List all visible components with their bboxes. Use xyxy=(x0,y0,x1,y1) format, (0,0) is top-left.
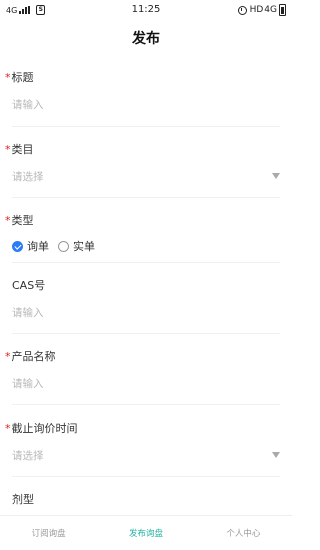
dosage-label: 剂型 xyxy=(12,493,34,506)
required-star: * xyxy=(5,350,11,363)
category-label: *类目 xyxy=(5,143,34,156)
dropdown-arrow-icon[interactable] xyxy=(272,452,280,458)
required-star: * xyxy=(5,71,11,84)
divider xyxy=(12,262,280,263)
radio-inquiry[interactable]: 询单 xyxy=(12,238,49,254)
alarm-icon xyxy=(237,5,247,15)
bottom-tab-bar: 订阅询盘 发布询盘 个人中心 xyxy=(0,515,292,550)
network-type-right: 4G xyxy=(264,5,277,15)
divider xyxy=(12,476,280,477)
product-name-input[interactable]: 请输入 xyxy=(12,376,252,391)
status-bar: 4G S 11:25 HD 4G xyxy=(0,0,292,22)
divider xyxy=(12,126,280,127)
cas-label: CAS号 xyxy=(12,279,46,292)
radio-real-order-label: 实单 xyxy=(73,240,95,253)
battery-icon xyxy=(279,4,286,16)
radio-real-order[interactable]: 实单 xyxy=(58,238,95,254)
required-star: * xyxy=(5,143,11,156)
divider xyxy=(12,404,280,405)
tab-profile[interactable]: 个人中心 xyxy=(195,516,292,550)
deadline-select[interactable]: 请选择 xyxy=(12,448,252,463)
type-label: *类型 xyxy=(5,214,34,227)
title-input[interactable]: 请输入 xyxy=(12,97,252,112)
dropdown-arrow-icon[interactable] xyxy=(272,173,280,179)
tab-subscribe-inquiry[interactable]: 订阅询盘 xyxy=(0,516,97,550)
deadline-label: *截止询价时间 xyxy=(5,422,78,435)
product-name-label: *产品名称 xyxy=(5,350,56,363)
hd-indicator: HD xyxy=(249,5,264,15)
radio-checked-icon xyxy=(12,240,23,252)
divider xyxy=(12,333,280,334)
cas-input[interactable]: 请输入 xyxy=(12,305,252,320)
page-title: 发布 xyxy=(132,31,160,47)
category-select[interactable]: 请选择 xyxy=(12,169,252,184)
status-right: HD 4G xyxy=(237,4,286,16)
radio-inquiry-label: 询单 xyxy=(27,240,49,253)
tab-publish-inquiry[interactable]: 发布询盘 xyxy=(97,516,194,550)
required-star: * xyxy=(5,214,11,227)
radio-unchecked-icon xyxy=(58,240,69,252)
required-star: * xyxy=(5,422,11,435)
title-label: *标题 xyxy=(5,71,34,84)
type-radio-group: 询单 实单 xyxy=(12,238,104,254)
divider xyxy=(12,197,280,198)
